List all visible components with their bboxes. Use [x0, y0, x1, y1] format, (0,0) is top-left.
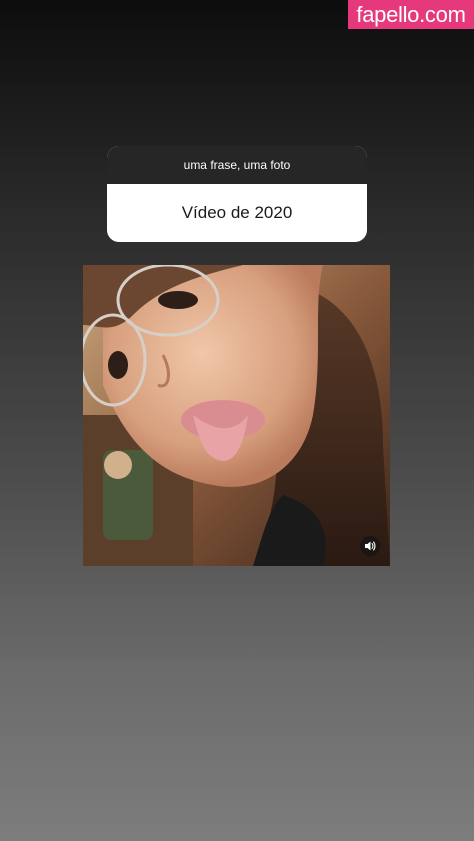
speaker-icon: [365, 541, 376, 551]
question-sticker-prompt: uma frase, uma foto: [107, 146, 367, 184]
watermark-logo: fapello.com: [348, 0, 474, 29]
story-video[interactable]: [83, 265, 390, 566]
sound-toggle-button[interactable]: [360, 536, 380, 556]
question-sticker: uma frase, uma foto Vídeo de 2020: [107, 146, 367, 242]
question-sticker-answer: Vídeo de 2020: [181, 203, 293, 222]
video-frame-image: [83, 265, 390, 566]
watermark-text: fapello.com: [356, 2, 466, 27]
